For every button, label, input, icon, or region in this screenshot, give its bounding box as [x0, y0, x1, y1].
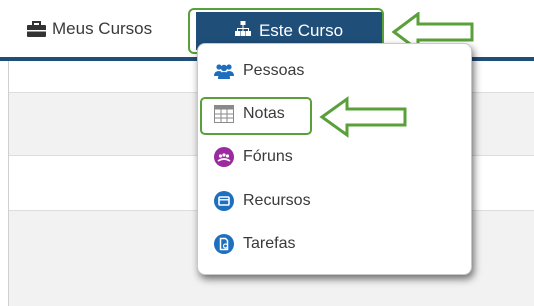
menu-item-foruns[interactable]: Fóruns	[214, 144, 293, 170]
assignment-icon	[214, 234, 234, 254]
resource-icon	[214, 191, 234, 211]
nav-meus-cursos-label: Meus Cursos	[52, 19, 153, 38]
menu-item-notas[interactable]: Notas	[214, 101, 285, 127]
menu-item-pessoas[interactable]: Pessoas	[214, 58, 304, 84]
menu-item-label: Fóruns	[243, 148, 293, 165]
nav-este-curso-label: Este Curso	[258, 21, 344, 40]
menu-item-recursos[interactable]: Recursos	[214, 188, 311, 214]
este-curso-dropdown-menu: Pessoas Notas Fóruns Recursos Tarefas	[197, 43, 472, 275]
menu-item-tarefas[interactable]: Tarefas	[214, 231, 295, 257]
menu-item-label: Recursos	[243, 192, 311, 209]
sitemap-icon	[234, 20, 251, 42]
forum-icon	[214, 147, 234, 167]
menu-item-label: Notas	[243, 105, 285, 122]
menu-item-label: Tarefas	[243, 235, 296, 252]
people-icon	[214, 61, 234, 81]
grade-table-icon	[214, 104, 234, 124]
nav-meus-cursos[interactable]: Meus Cursos	[27, 17, 152, 41]
menu-item-label: Pessoas	[243, 62, 305, 79]
briefcase-icon	[27, 21, 46, 37]
